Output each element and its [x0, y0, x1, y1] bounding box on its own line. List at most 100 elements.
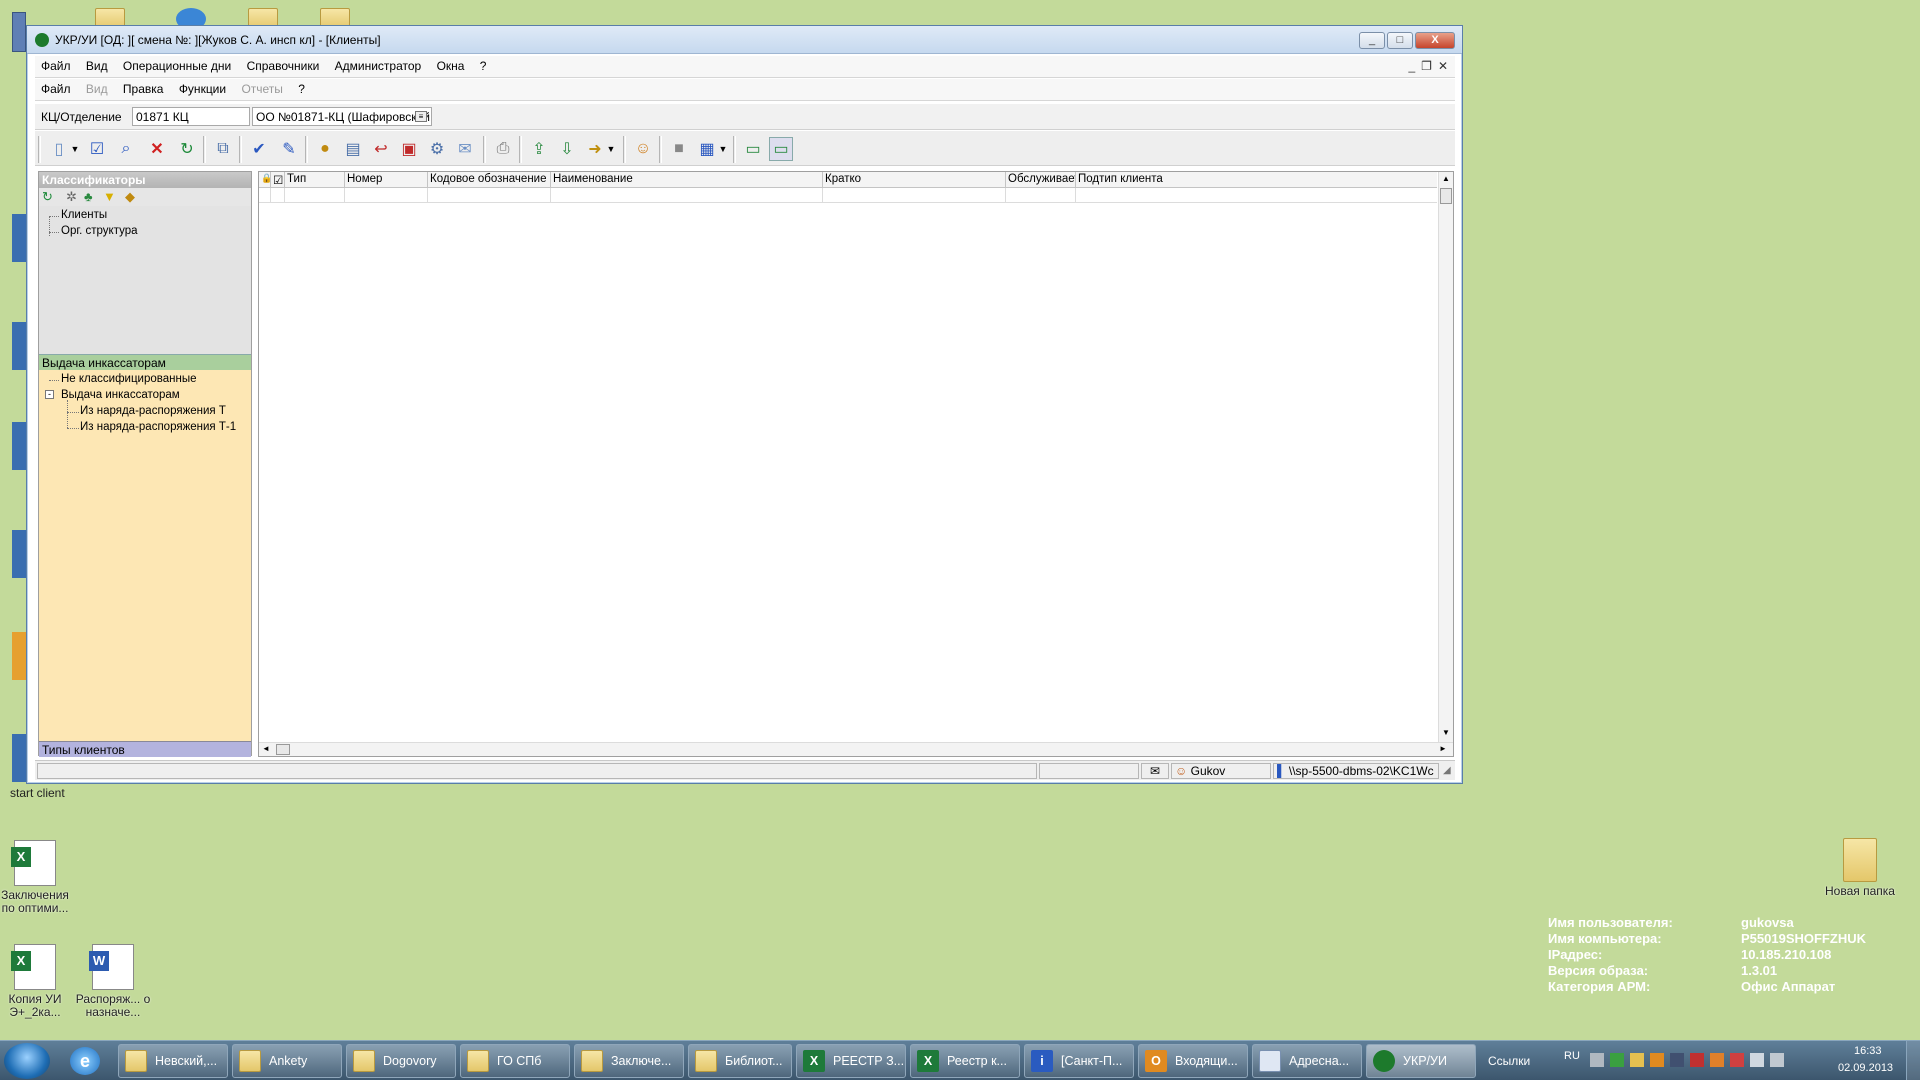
- taskbar-item-folder[interactable]: ГО СПб: [460, 1044, 570, 1078]
- monitor-icon[interactable]: ▭: [741, 137, 765, 161]
- scroll-up-icon[interactable]: ▲: [1442, 174, 1450, 183]
- window-titlebar[interactable]: УКР/УИ [ОД: ][ смена №: ][Жуков С. А. ин…: [27, 26, 1462, 54]
- outlook-tray-icon[interactable]: [1650, 1053, 1664, 1067]
- menu-references[interactable]: Справочники: [241, 56, 326, 76]
- desktop-icon-start-client-label[interactable]: start client: [10, 786, 65, 800]
- display-icon[interactable]: [1770, 1053, 1784, 1067]
- desktop-icon-conclusions-xls[interactable]: Заключения по оптими...: [0, 840, 75, 915]
- client-types-title[interactable]: Типы клиентов: [39, 741, 251, 757]
- menu-view[interactable]: Вид: [80, 56, 114, 76]
- col-subtype[interactable]: Подтип клиента: [1076, 172, 1437, 188]
- desktop-icon-hidden[interactable]: [12, 322, 26, 370]
- antivirus-icon[interactable]: [1690, 1053, 1704, 1067]
- desktop-icon-hidden[interactable]: [12, 214, 26, 262]
- mdi-minimize-icon[interactable]: _: [1405, 59, 1418, 73]
- taskbar-item-info[interactable]: i [Санкт-П...: [1024, 1044, 1134, 1078]
- calendar-icon[interactable]: ▦: [695, 137, 719, 161]
- clock-date[interactable]: 02.09.2013: [1838, 1062, 1893, 1074]
- copy-icon[interactable]: ⧉: [211, 137, 235, 161]
- money-bag-icon[interactable]: ●: [313, 137, 337, 161]
- taskbar-item-folder[interactable]: Заключе...: [574, 1044, 684, 1078]
- keyboard-icon[interactable]: [1590, 1053, 1604, 1067]
- desktop-icon-hidden[interactable]: [12, 632, 26, 680]
- minimize-button[interactable]: _: [1359, 32, 1385, 49]
- dropdown-arrow-icon[interactable]: ▼: [717, 137, 729, 161]
- tree-collapse-icon[interactable]: -: [45, 390, 54, 399]
- clock-time[interactable]: 16:33: [1854, 1045, 1882, 1057]
- tree-collapse-icon[interactable]: ♣: [84, 189, 93, 204]
- scroll-right-icon[interactable]: ►: [1439, 744, 1447, 753]
- refresh-icon[interactable]: ↻: [175, 137, 199, 161]
- new-document-icon[interactable]: ▯: [47, 137, 71, 161]
- export-icon[interactable]: ⇪: [527, 137, 551, 161]
- language-indicator[interactable]: RU: [1564, 1050, 1580, 1062]
- taskbar-item-addressbook[interactable]: Адресна...: [1252, 1044, 1362, 1078]
- menu-operdays[interactable]: Операционные дни: [117, 56, 237, 76]
- comment-icon[interactable]: ■: [667, 137, 691, 161]
- return-arrow-icon[interactable]: ↩: [369, 137, 393, 161]
- table-row[interactable]: [259, 188, 1437, 203]
- network-icon[interactable]: [1670, 1053, 1684, 1067]
- col-type[interactable]: Тип: [285, 172, 345, 188]
- flag-icon[interactable]: [1730, 1053, 1744, 1067]
- tree-item-issue[interactable]: Выдача инкассаторам: [61, 389, 180, 401]
- security-check-icon[interactable]: [1610, 1053, 1624, 1067]
- taskbar-item-excel[interactable]: X Реестр к...: [910, 1044, 1020, 1078]
- view-search-icon[interactable]: ⌕: [114, 137, 138, 161]
- close-button[interactable]: X: [1415, 32, 1455, 49]
- import-icon[interactable]: ⇩: [555, 137, 579, 161]
- user-icon[interactable]: ☺: [631, 137, 655, 161]
- branch-code-field[interactable]: 01871 КЦ: [132, 107, 250, 126]
- child-menu-help[interactable]: ?: [292, 79, 311, 99]
- edit-pen-icon[interactable]: ✎: [277, 137, 301, 161]
- col-lock-icon[interactable]: 🔒: [259, 172, 271, 188]
- forward-icon[interactable]: ➜: [583, 137, 607, 161]
- mdi-restore-icon[interactable]: ❐: [1418, 59, 1435, 73]
- status-mail-icon[interactable]: ✉: [1141, 763, 1169, 779]
- child-menu-functions[interactable]: Функции: [173, 79, 232, 99]
- tree-item-unclassified[interactable]: Не классифицированные: [61, 373, 197, 385]
- approve-icon[interactable]: ✔: [247, 137, 271, 161]
- menu-windows[interactable]: Окна: [431, 56, 471, 76]
- rss-icon[interactable]: [1710, 1053, 1724, 1067]
- report-icon[interactable]: ▣: [397, 137, 421, 161]
- refresh-icon[interactable]: ↻: [42, 189, 53, 205]
- scroll-left-icon[interactable]: ◄: [262, 744, 270, 753]
- volume-icon[interactable]: [1750, 1053, 1764, 1067]
- settings-doc-icon[interactable]: ⚙: [425, 137, 449, 161]
- col-short[interactable]: Кратко: [823, 172, 1006, 188]
- edit-check-icon[interactable]: ☑: [85, 137, 109, 161]
- tree-item-org-structure[interactable]: Орг. структура: [61, 225, 138, 237]
- tree-item-order-t[interactable]: Из наряда-распоряжения Т: [80, 405, 226, 417]
- print-icon[interactable]: ⎙: [491, 137, 515, 161]
- links-toolbar[interactable]: Ссылки: [1488, 1054, 1530, 1068]
- taskbar-item-folder[interactable]: Ankety: [232, 1044, 342, 1078]
- start-button[interactable]: [4, 1043, 50, 1079]
- desktop-icon-copy-xls[interactable]: Копия УИ Э+_2ка...: [0, 944, 75, 1019]
- taskbar-item-folder[interactable]: Невский,...: [118, 1044, 228, 1078]
- branch-name-field[interactable]: ОО №01871-КЦ (Шафировский,: [252, 107, 432, 126]
- taskbar-item-folder[interactable]: Dogovory: [346, 1044, 456, 1078]
- menu-admin[interactable]: Администратор: [329, 56, 428, 76]
- desktop-icon-hidden[interactable]: [12, 734, 26, 782]
- taskbar-item-outlook[interactable]: O Входящи...: [1138, 1044, 1248, 1078]
- scroll-down-icon[interactable]: ▼: [1442, 728, 1450, 737]
- taskbar-item-excel[interactable]: X РЕЕСТР З...: [796, 1044, 906, 1078]
- branch-lookup-icon[interactable]: ≡: [415, 111, 427, 122]
- taskbar-item-library[interactable]: Библиот...: [688, 1044, 792, 1078]
- col-number[interactable]: Номер: [345, 172, 428, 188]
- desktop-icon-order-doc[interactable]: Распоряж... о назначе...: [72, 944, 154, 1019]
- add-item-icon[interactable]: ◆: [125, 189, 135, 205]
- col-serves[interactable]: Обслуживает: [1006, 172, 1076, 188]
- desktop-icon-hidden[interactable]: [12, 422, 26, 470]
- menu-help[interactable]: ?: [474, 56, 493, 76]
- taskbar-item-app[interactable]: УКР/УИ: [1366, 1044, 1476, 1078]
- filter-icon[interactable]: ▼: [103, 189, 116, 204]
- resize-grip-icon[interactable]: ◢: [1443, 765, 1451, 776]
- tree-expand-icon[interactable]: ✲: [66, 189, 77, 205]
- dropdown-arrow-icon[interactable]: ▼: [605, 137, 617, 161]
- maximize-button[interactable]: □: [1387, 32, 1413, 49]
- ie-icon[interactable]: e: [70, 1047, 100, 1075]
- desktop-icon-new-folder[interactable]: Новая папка: [1815, 838, 1905, 898]
- scroll-thumb[interactable]: [1440, 188, 1452, 204]
